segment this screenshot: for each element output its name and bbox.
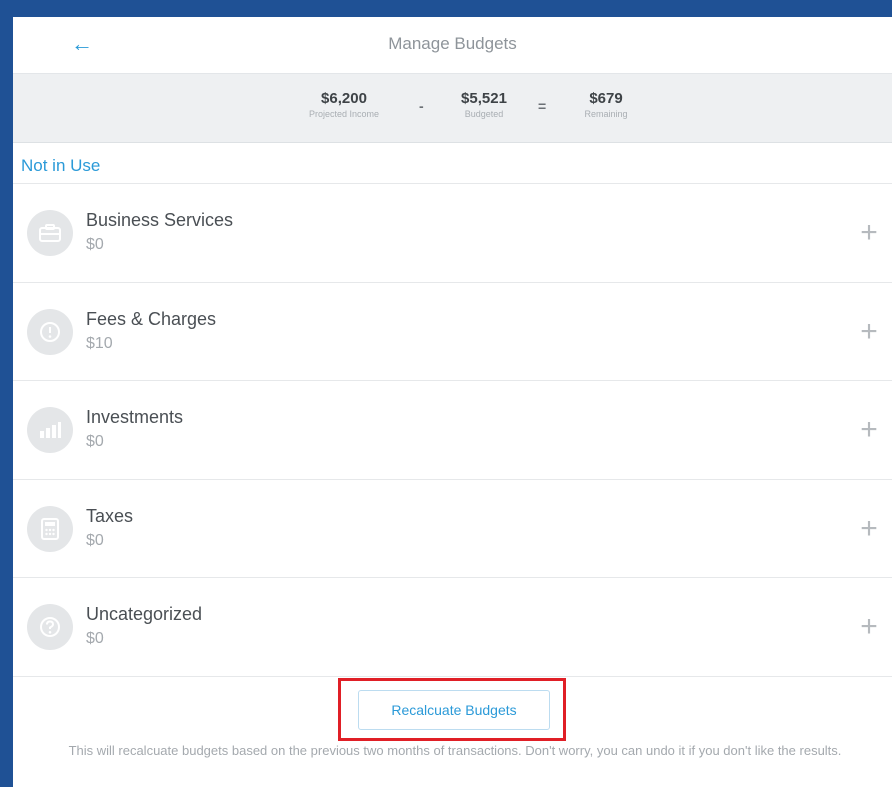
chart-icon [27,407,73,453]
category-name: Business Services [86,210,234,230]
minus-operator: - [419,98,424,114]
add-icon[interactable]: + [854,316,884,347]
category-name: Uncategorized [86,604,203,624]
category-name: Fees & Charges [86,308,217,329]
add-icon[interactable]: + [854,218,884,248]
add-icon[interactable]: + [854,612,884,642]
category-list: Business Services $0 + Fees & Charges $1… [13,184,892,677]
add-icon[interactable]: + [854,415,884,445]
equals-operator: = [538,98,547,114]
remaining: $679 Remaining [569,90,643,119]
category-name: Investments [86,407,184,427]
window-frame-top [0,0,892,17]
budgeted: $5,521 Budgeted [444,90,524,119]
category-name: Taxes [86,505,134,526]
remaining-label: Remaining [584,109,628,119]
category-amount: $0 [86,531,104,549]
projected-income-value: $6,200 [321,90,367,107]
recalculate-note: This will recalcuate budgets based on th… [68,743,842,758]
category-item-fees-charges[interactable]: Fees & Charges $10 + [13,283,892,381]
question-icon [27,604,73,650]
page-title: Manage Budgets [388,34,517,53]
category-amount: $0 [86,630,104,647]
projected-income-label: Projected Income [308,109,380,119]
section-label-not-in-use: Not in Use [21,156,101,175]
category-amount: $10 [86,334,113,352]
recalculate-budgets-button[interactable]: Recalcuate Budgets [358,690,550,730]
category-amount: $0 [86,433,104,450]
fees-icon [27,308,73,355]
budgeted-value: $5,521 [461,90,507,107]
category-item-business-services[interactable]: Business Services $0 + [13,184,892,283]
remaining-value: $679 [589,90,623,107]
budget-summary-bar: $6,200 Projected Income - $5,521 Budgete… [13,73,892,143]
category-item-investments[interactable]: Investments $0 + [13,381,892,480]
category-item-taxes[interactable]: Taxes $0 + [13,480,892,578]
category-amount: $0 [86,236,104,253]
projected-income: $6,200 Projected Income [291,90,397,119]
budgeted-label: Budgeted [464,109,504,119]
add-icon[interactable]: + [854,513,884,544]
header: ← Manage Budgets [13,17,892,73]
calculator-icon [27,505,73,552]
window-frame-left [0,0,13,787]
category-item-uncategorized[interactable]: Uncategorized $0 + [13,578,892,677]
briefcase-icon [27,210,73,256]
manage-budgets-screen: ← Manage Budgets $6,200 Projected Income… [13,17,892,787]
